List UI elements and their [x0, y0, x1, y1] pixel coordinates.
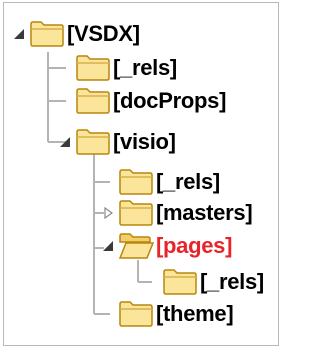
folder-closed-icon [163, 269, 197, 295]
folder-closed-icon [76, 129, 110, 155]
tree-item-label: [_rels] [156, 169, 220, 194]
expanded-triangle-icon[interactable] [13, 28, 25, 40]
expanded-triangle-icon[interactable] [102, 240, 114, 252]
folder-closed-icon [119, 301, 153, 327]
folder-closed-icon [76, 88, 110, 114]
tree-item-label: [masters] [156, 200, 253, 225]
tree-item-pages[interactable]: [pages] [102, 226, 232, 266]
folder-closed-icon [119, 200, 153, 226]
folder-closed-icon [30, 21, 64, 47]
folder-open-icon [118, 233, 154, 259]
tree-item-label: [_rels] [113, 55, 177, 80]
tree-item-label: [docProps] [113, 88, 227, 113]
tree-item-theme[interactable]: [theme] [102, 294, 234, 334]
tree-item-label: [theme] [156, 301, 234, 326]
tree-item-visio[interactable]: [visio] [59, 122, 176, 162]
tree-item-label: [pages] [156, 233, 233, 258]
tree-item-label: [visio] [113, 129, 176, 154]
folder-closed-icon [119, 169, 153, 195]
tree-item-label: [VSDX] [67, 21, 140, 46]
collapsed-triangle-icon[interactable] [102, 207, 114, 219]
expanded-triangle-icon[interactable] [59, 136, 71, 148]
tree-item-docprops[interactable]: [docProps] [59, 81, 226, 121]
folder-closed-icon [76, 55, 110, 81]
tree-item-label: [_rels] [200, 269, 264, 294]
